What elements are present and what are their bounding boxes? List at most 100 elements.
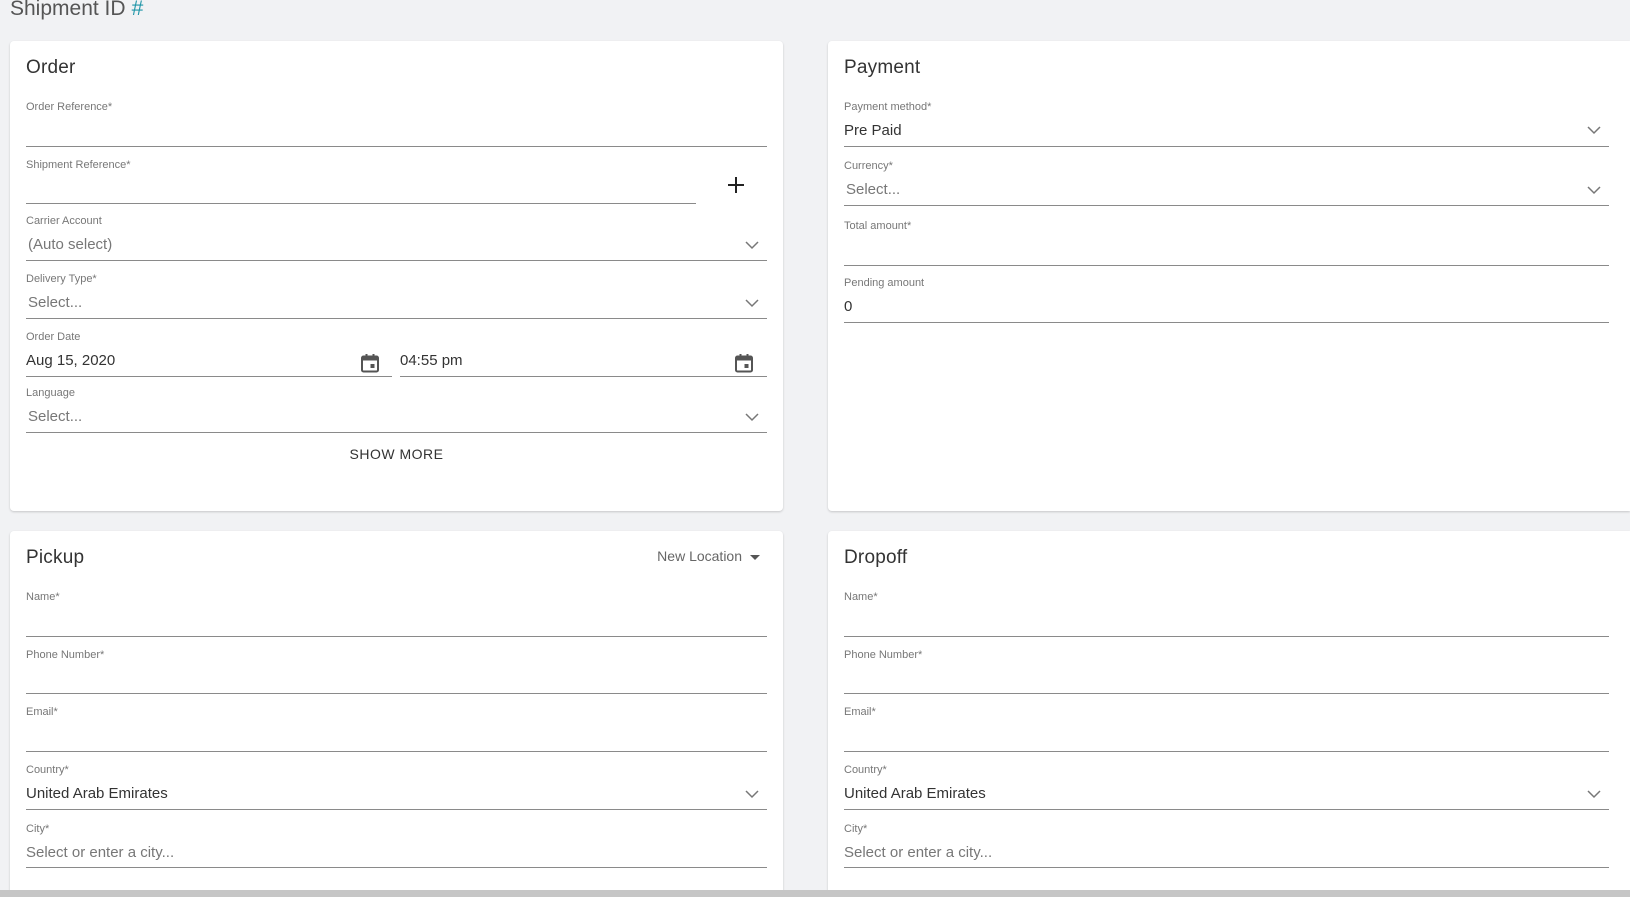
order-card-title: Order <box>26 57 76 78</box>
pickup-city-label: City* <box>26 823 50 835</box>
chevron-down-icon[interactable] <box>745 240 759 250</box>
payment-method-label: Payment method* <box>844 101 932 113</box>
language-label: Language <box>26 387 75 399</box>
pickup-name-field[interactable]: Name* <box>26 591 767 637</box>
new-location-dropdown[interactable]: New Location <box>657 548 760 564</box>
order-time-underline <box>400 376 767 377</box>
dropoff-phone-field[interactable]: Phone Number* <box>844 649 1609 695</box>
pickup-name-underline <box>26 636 767 637</box>
order-reference-underline <box>26 146 767 147</box>
pickup-country-value: United Arab Emirates <box>26 785 168 802</box>
payment-method-underline <box>844 146 1609 147</box>
payment-method-select[interactable]: Payment method* Pre Paid <box>844 101 1609 147</box>
shipment-reference-underline <box>26 203 696 204</box>
dropoff-city-underline <box>844 867 1609 868</box>
pickup-city-input[interactable]: Select or enter a city... <box>26 844 174 861</box>
language-underline <box>26 432 767 433</box>
plus-icon[interactable] <box>726 175 746 195</box>
currency-label: Currency* <box>844 160 893 172</box>
language-value: Select... <box>28 408 83 425</box>
shipment-reference-field[interactable]: Shipment Reference* <box>26 159 696 205</box>
caret-down-icon <box>750 554 760 560</box>
dropoff-card: Dropoff Name* Phone Number* Email* Count… <box>828 531 1630 897</box>
delivery-type-underline <box>26 318 767 319</box>
pickup-name-label: Name* <box>26 591 60 603</box>
order-time-input[interactable]: 04:55 pm <box>400 352 463 369</box>
pickup-country-select[interactable]: Country* United Arab Emirates <box>26 764 767 810</box>
order-time-field[interactable]: 04:55 pm <box>400 331 767 377</box>
currency-value: Select... <box>846 181 901 198</box>
dropoff-country-select[interactable]: Country* United Arab Emirates <box>844 764 1609 810</box>
pickup-email-field[interactable]: Email* <box>26 706 767 752</box>
shipment-reference-label: Shipment Reference* <box>26 159 131 171</box>
dropoff-email-underline <box>844 751 1609 752</box>
dropoff-name-label: Name* <box>844 591 878 603</box>
shipment-id-hash: # <box>131 0 144 20</box>
dropoff-card-title: Dropoff <box>844 547 908 568</box>
dropoff-phone-underline <box>844 693 1609 694</box>
total-amount-field[interactable]: Total amount* <box>844 220 1609 266</box>
pickup-card: Pickup New Location Name* Phone Number* … <box>10 531 783 897</box>
pickup-country-label: Country* <box>26 764 69 776</box>
dropoff-email-field[interactable]: Email* <box>844 706 1609 752</box>
total-amount-label: Total amount* <box>844 220 912 232</box>
chevron-down-icon[interactable] <box>1587 185 1601 195</box>
pickup-country-underline <box>26 809 767 810</box>
new-location-label: New Location <box>657 548 742 564</box>
calendar-icon[interactable] <box>734 353 754 373</box>
page-title: Shipment ID # <box>10 0 143 21</box>
dropoff-country-value: United Arab Emirates <box>844 785 986 802</box>
pickup-city-field[interactable]: City* Select or enter a city... <box>26 823 767 869</box>
calendar-icon[interactable] <box>360 353 380 373</box>
pickup-email-label: Email* <box>26 706 58 718</box>
order-reference-label: Order Reference* <box>26 101 113 113</box>
dropoff-city-input[interactable]: Select or enter a city... <box>844 844 992 861</box>
carrier-account-label: Carrier Account <box>26 215 102 227</box>
chevron-down-icon[interactable] <box>745 298 759 308</box>
dropoff-phone-label: Phone Number* <box>844 649 923 661</box>
dropoff-name-field[interactable]: Name* <box>844 591 1609 637</box>
dropoff-city-label: City* <box>844 823 868 835</box>
payment-card-title: Payment <box>844 57 921 78</box>
pending-amount-label: Pending amount <box>844 277 925 289</box>
pending-amount-underline <box>844 322 1609 323</box>
show-more-button[interactable]: SHOW MORE <box>10 446 783 462</box>
order-card: Order Order Reference* Shipment Referenc… <box>10 41 783 511</box>
dropoff-country-underline <box>844 809 1609 810</box>
pickup-city-underline <box>26 867 767 868</box>
payment-card: Payment Payment method* Pre Paid Currenc… <box>828 41 1630 511</box>
page-title-text: Shipment ID <box>10 0 126 20</box>
carrier-account-select[interactable]: Carrier Account (Auto select) <box>26 215 767 261</box>
chevron-down-icon[interactable] <box>745 789 759 799</box>
carrier-account-underline <box>26 260 767 261</box>
currency-select[interactable]: Currency* Select... <box>844 160 1609 206</box>
order-reference-field[interactable]: Order Reference* <box>26 101 767 147</box>
order-date-underline <box>26 376 392 377</box>
pending-amount-field[interactable]: Pending amount 0 <box>844 277 1609 323</box>
delivery-type-select[interactable]: Delivery Type* Select... <box>26 273 767 319</box>
carrier-account-value: (Auto select) <box>28 236 113 253</box>
pending-amount-input[interactable]: 0 <box>844 298 852 315</box>
pickup-phone-field[interactable]: Phone Number* <box>26 649 767 695</box>
dropoff-country-label: Country* <box>844 764 887 776</box>
order-date-input[interactable]: Aug 15, 2020 <box>26 352 115 369</box>
pickup-phone-label: Phone Number* <box>26 649 105 661</box>
currency-underline <box>844 205 1609 206</box>
dropoff-email-label: Email* <box>844 706 876 718</box>
dropoff-city-field[interactable]: City* Select or enter a city... <box>844 823 1609 869</box>
language-select[interactable]: Language Select... <box>26 387 767 433</box>
delivery-type-label: Delivery Type* <box>26 273 97 285</box>
chevron-down-icon[interactable] <box>1587 125 1601 135</box>
order-date-label: Order Date <box>26 331 81 343</box>
delivery-type-value: Select... <box>28 294 83 311</box>
chevron-down-icon[interactable] <box>1587 789 1601 799</box>
pickup-phone-underline <box>26 693 767 694</box>
order-date-field[interactable]: Order Date Aug 15, 2020 <box>26 331 392 377</box>
pickup-card-title: Pickup <box>26 547 85 568</box>
horizontal-scrollbar[interactable] <box>0 890 1630 897</box>
pickup-email-underline <box>26 751 767 752</box>
payment-method-value: Pre Paid <box>844 122 902 139</box>
dropoff-name-underline <box>844 636 1609 637</box>
total-amount-underline <box>844 265 1609 266</box>
chevron-down-icon[interactable] <box>745 412 759 422</box>
